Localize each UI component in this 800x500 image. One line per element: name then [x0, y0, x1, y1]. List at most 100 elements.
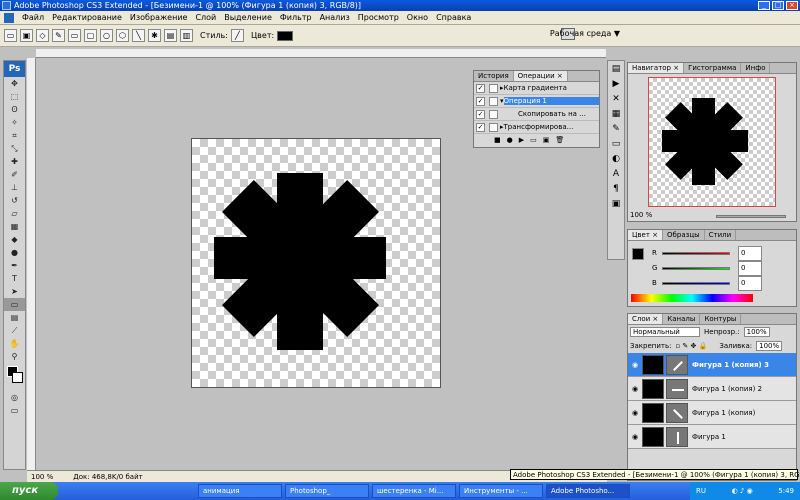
style-picker[interactable]: ╱: [230, 29, 244, 42]
polygon-icon[interactable]: ⬡: [116, 29, 129, 42]
visibility-eye-icon[interactable]: ◉: [628, 385, 642, 393]
dialog-toggle[interactable]: [489, 122, 498, 132]
dock-tools-icon[interactable]: ✕: [608, 93, 624, 106]
dock-character-icon[interactable]: A: [608, 168, 624, 181]
notes-tool-icon[interactable]: ▤: [4, 311, 25, 324]
navigator-zoom-slider[interactable]: [716, 215, 786, 218]
move-tool-icon[interactable]: ✥: [4, 77, 25, 90]
task-word-gear[interactable]: шестеренка - Mi...: [372, 484, 456, 498]
task-tools[interactable]: Инструменты - ...: [459, 484, 543, 498]
layer-row[interactable]: ◉ Фигура 1: [628, 425, 796, 449]
fill-input[interactable]: 100%: [756, 341, 783, 351]
gradient-tool-icon[interactable]: ▦: [4, 220, 25, 233]
menu-layer[interactable]: Слой: [191, 11, 220, 25]
workspace-menu[interactable]: Рабочая среда ▼: [550, 29, 620, 38]
start-button[interactable]: пуск: [0, 482, 58, 500]
play-icon[interactable]: ▶: [519, 136, 524, 144]
tab-navigator[interactable]: Навигатор ×: [628, 63, 685, 73]
g-slider[interactable]: [662, 267, 730, 270]
background-color[interactable]: [12, 372, 23, 383]
dock-paragraph-icon[interactable]: ¶: [608, 183, 624, 196]
layer-row[interactable]: ◉ Фигура 1 (копия): [628, 401, 796, 425]
tab-history[interactable]: История: [474, 71, 514, 81]
r-value[interactable]: 0: [738, 246, 762, 261]
menu-edit[interactable]: Редактирование: [48, 11, 126, 25]
dialog-toggle[interactable]: [489, 96, 498, 106]
pen-tool-icon[interactable]: ✒: [4, 259, 25, 272]
task-photoshop[interactable]: Adobe Photosho...: [546, 484, 630, 498]
dock-layers-icon[interactable]: ▦: [608, 108, 624, 121]
new-action-icon[interactable]: ▣: [543, 136, 550, 144]
brush-tool-icon[interactable]: ✐: [4, 168, 25, 181]
g-value[interactable]: 0: [738, 261, 762, 276]
dodge-tool-icon[interactable]: ●: [4, 246, 25, 259]
eyedropper2-icon[interactable]: ⟋: [4, 324, 25, 337]
eraser-icon[interactable]: ▱: [4, 207, 25, 220]
screen-mode-icon[interactable]: ▭: [4, 404, 25, 417]
menu-image[interactable]: Изображение: [126, 11, 192, 25]
zoom-tool-icon[interactable]: ⚲: [4, 350, 25, 363]
dock-history-icon[interactable]: ▤: [608, 63, 624, 76]
b-slider[interactable]: [662, 282, 730, 285]
eyedropper-icon[interactable]: ⤡: [4, 142, 25, 155]
tab-swatches[interactable]: Образцы: [663, 230, 705, 240]
menu-select[interactable]: Выделение: [220, 11, 276, 25]
visibility-eye-icon[interactable]: ◉: [628, 361, 642, 369]
tab-paths[interactable]: Контуры: [700, 314, 742, 324]
tab-histogram[interactable]: Гистограмма: [684, 63, 742, 73]
blend-mode-select[interactable]: Нормальный: [630, 327, 700, 337]
status-zoom[interactable]: 100 %: [31, 471, 53, 482]
tab-color[interactable]: Цвет ×: [628, 230, 664, 240]
rounded-rect-icon[interactable]: ▢: [84, 29, 97, 42]
subtract-icon[interactable]: ▥: [180, 29, 193, 42]
crop-tool-icon[interactable]: ⌗: [4, 129, 25, 142]
task-photoshop-folder[interactable]: Photoshop_: [285, 484, 369, 498]
dock-layercomps-icon[interactable]: ▣: [608, 198, 624, 211]
line-icon[interactable]: ╲: [132, 29, 145, 42]
action-row[interactable]: ✓ ▸ Трансформирова...: [474, 121, 599, 134]
visibility-eye-icon[interactable]: ◉: [628, 409, 642, 417]
opacity-input[interactable]: 100%: [743, 327, 770, 337]
layer-row-selected[interactable]: ◉ Фигура 1 (копия) 3: [628, 353, 796, 377]
action-check[interactable]: ✓: [476, 83, 485, 93]
custom-shape-icon[interactable]: ✱: [148, 29, 161, 42]
tab-actions[interactable]: Операции ×: [513, 71, 568, 81]
navigator-zoom[interactable]: 100 %: [630, 211, 652, 219]
pen-icon[interactable]: ✎: [52, 29, 65, 42]
shape-tool-icon[interactable]: ▭: [4, 298, 25, 311]
combine-icon[interactable]: ▤: [164, 29, 177, 42]
task-animation[interactable]: анимация: [198, 484, 282, 498]
stop-icon[interactable]: ■: [494, 136, 501, 144]
menu-filter[interactable]: Фильтр: [276, 11, 316, 25]
tab-info[interactable]: Инфо: [741, 63, 771, 73]
blur-tool-icon[interactable]: ◆: [4, 233, 25, 246]
paths-icon[interactable]: ◇: [36, 29, 49, 42]
menu-view[interactable]: Просмотр: [354, 11, 403, 25]
tool-preset-icon[interactable]: ▭: [4, 29, 17, 42]
layer-row[interactable]: ◉ Фигура 1 (копия) 2: [628, 377, 796, 401]
close-button[interactable]: ×: [786, 1, 798, 10]
vector-mask-thumbnail[interactable]: [666, 426, 688, 447]
dock-brush-icon[interactable]: ✎: [608, 123, 624, 136]
action-row-selected[interactable]: ✓ ▾ Операция 1: [474, 95, 599, 108]
color-ramp[interactable]: [631, 294, 753, 302]
vector-mask-thumbnail[interactable]: [666, 354, 688, 375]
dialog-toggle[interactable]: [489, 109, 498, 119]
dock-actions-icon[interactable]: ▶: [608, 78, 624, 91]
language-indicator[interactable]: RU: [696, 482, 706, 500]
action-check[interactable]: ✓: [476, 122, 485, 132]
vector-mask-thumbnail[interactable]: [666, 378, 688, 399]
dock-info-icon[interactable]: ◐: [608, 153, 624, 166]
ps-menu-icon[interactable]: [4, 12, 14, 23]
hand-tool-icon[interactable]: ✋: [4, 337, 25, 350]
lasso-tool-icon[interactable]: ʘ: [4, 103, 25, 116]
document-canvas[interactable]: [191, 138, 441, 388]
menu-help[interactable]: Справка: [432, 11, 475, 25]
r-slider[interactable]: [662, 252, 730, 255]
ellipse-icon[interactable]: ○: [100, 29, 113, 42]
navigator-preview[interactable]: [648, 77, 776, 207]
visibility-eye-icon[interactable]: ◉: [628, 433, 642, 441]
color-fg-swatch[interactable]: [632, 248, 644, 260]
action-check[interactable]: ✓: [476, 109, 485, 119]
tray-icons[interactable]: ◐ ♪ ◉: [732, 482, 753, 500]
